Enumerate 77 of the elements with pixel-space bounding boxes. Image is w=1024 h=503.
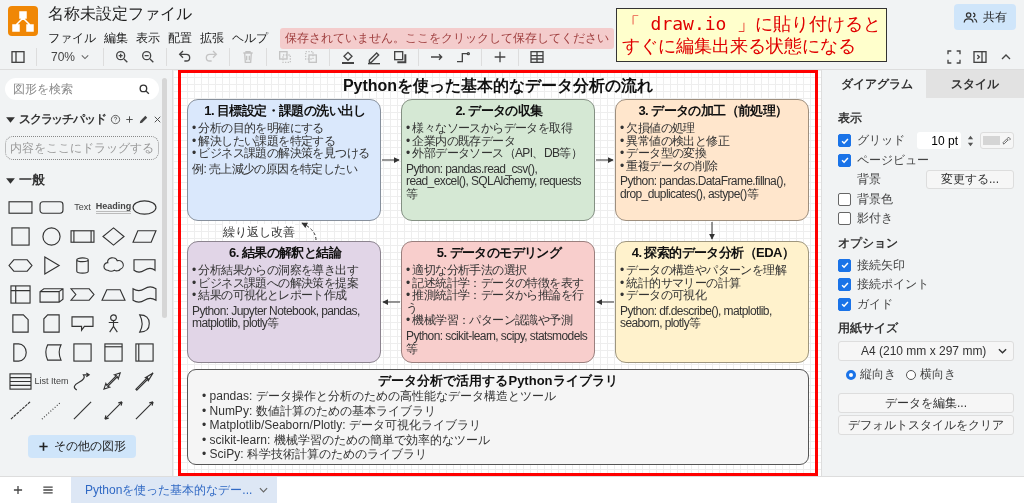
bullet-text: • 推測統計学：データから推論を行う bbox=[406, 289, 585, 315]
more-shapes-button[interactable]: その他の図形 bbox=[28, 435, 136, 458]
step-title: 6. 結果の解釈と結論 bbox=[228, 245, 343, 261]
unsaved-notice[interactable]: 保存されていません。ここをクリックして保存してください bbox=[280, 28, 614, 49]
action-button[interactable]: データを編集... bbox=[838, 393, 1014, 413]
radio-label[interactable]: 縦向き bbox=[860, 366, 896, 383]
section-heading: 用紙サイズ bbox=[838, 320, 898, 337]
step-title: 2. データの収集 bbox=[454, 103, 544, 119]
step-title: 1. 目標設定・課題の洗い出し bbox=[203, 103, 367, 119]
menu-item[interactable]: ヘルプ bbox=[232, 30, 268, 47]
checkbox-label[interactable]: 背景色 bbox=[857, 190, 893, 208]
menu-item[interactable]: 配置 bbox=[168, 30, 192, 47]
checkbox-label[interactable]: 接続ポイント bbox=[857, 276, 929, 294]
page-tab[interactable]: Pythonを使った基本的なデー... bbox=[71, 477, 278, 503]
library-item: • SciPy: 科学技術計算のためのライブラリ bbox=[202, 447, 428, 462]
grid-size-field[interactable]: 10 pt bbox=[917, 132, 961, 150]
step-note: Python: Jupyter Notebook, pandas, matplotlib, plotly等 bbox=[192, 304, 361, 330]
library-item: • pandas: データ操作と分析のための高性能なデータ構造とツール bbox=[202, 389, 557, 404]
step-title: 4. 探索的データ分析（EDA） bbox=[630, 245, 796, 261]
checkbox-label[interactable]: ガイド bbox=[857, 295, 893, 313]
list-item-shape[interactable]: List Item bbox=[34, 376, 69, 386]
scratchpad-title[interactable]: スクラッチパッド bbox=[19, 111, 106, 128]
bullet-text: • ビジネス課題の解決策を見つける bbox=[192, 147, 371, 160]
connector-label: 繰り返し改善 bbox=[223, 224, 295, 241]
share-button[interactable]: 共有 bbox=[954, 4, 1016, 30]
search-field[interactable]: 図形を検索 bbox=[5, 78, 159, 100]
step-note: Python: pandas.read_csv(), read_excel(), SQLAlchemy, requests等 bbox=[406, 162, 582, 201]
library-item: • Matplotlib/Seaborn/Plotly: データ可視化ライブラリ bbox=[202, 418, 482, 433]
library-item: • scikit-learn: 機械学習のための簡単で効率的なツール bbox=[202, 432, 491, 447]
bullet-text: • 重複データの削除 bbox=[620, 159, 719, 173]
menu-item[interactable]: ファイル bbox=[48, 30, 96, 47]
step-note: Python: df.describe(), matplotlib, seaborn, plotly等 bbox=[620, 304, 773, 330]
bullet-text: • データの可視化 bbox=[620, 289, 707, 302]
step-note: Python: pandas.DataFrame.fillna(), drop_duplicates(), astype()等 bbox=[620, 175, 787, 201]
radio-label[interactable]: 横向き bbox=[920, 366, 956, 383]
bullet-text: • 異常値の検出と修正 bbox=[620, 134, 731, 148]
menu-item[interactable]: 表示 bbox=[136, 30, 160, 47]
menu-item[interactable]: 拡張 bbox=[200, 30, 224, 47]
bullet-text: • 分析の目的を明確にする bbox=[192, 122, 325, 135]
file-title[interactable]: 名称未設定ファイル bbox=[48, 4, 192, 25]
bullet-text: • 機械学習：パターン認識や予測 bbox=[406, 314, 574, 327]
step-note: Python: scikit-learn, scipy, statsmodels等 bbox=[406, 329, 589, 356]
diagram-title: Pythonを使った基本的なデータ分析の流れ bbox=[341, 76, 655, 97]
checkbox-label[interactable]: グリッド bbox=[857, 132, 905, 150]
bullet-text: • データ型の変換 bbox=[620, 147, 707, 160]
step-note: 例: 売上減少の原因を特定したい bbox=[192, 162, 359, 176]
bullet-text: • 統計的サマリーの計算 bbox=[620, 276, 742, 290]
bullet-text: • 様々なソースからデータを取得 bbox=[406, 122, 574, 135]
library-title: データ分析で活用するPythonライブラリ bbox=[377, 373, 619, 389]
bullet-text: • データの構造やパターンを理解 bbox=[620, 264, 788, 277]
checkbox-label[interactable]: 影付き bbox=[857, 210, 893, 228]
action-button[interactable]: デフォルトスタイルをクリア bbox=[838, 415, 1014, 435]
bullet-text: • 解決したい課題を特定する bbox=[192, 134, 337, 148]
bullet-text: • 分析結果からの洞察を導き出す bbox=[192, 264, 359, 277]
bullet-text: • 結果の可視化とレポート作成 bbox=[192, 289, 347, 302]
bullet-text: • 記述統計学：データの特徴を表す bbox=[406, 276, 585, 290]
checkbox-label[interactable]: 接続矢印 bbox=[857, 256, 905, 274]
bullet-text: • ビジネス課題への解決策を提案 bbox=[192, 276, 359, 290]
section-heading: 表示 bbox=[838, 110, 862, 127]
shape-group-title[interactable]: 一般 bbox=[19, 171, 45, 189]
step-title: 3. データの加工（前処理） bbox=[637, 103, 789, 119]
annotation-text: 「 draw.io 」に貼り付けると すぐに編集出来る状態になる bbox=[621, 13, 882, 57]
background-label: 背景 bbox=[857, 171, 881, 189]
change-background-button[interactable]: 変更する... bbox=[926, 170, 1014, 190]
step-title: 5. データのモデリング bbox=[435, 245, 563, 261]
bullet-text: • 外部データソース（API、DB等） bbox=[406, 147, 584, 160]
paper-size-dropdown[interactable]: A4 (210 mm x 297 mm) bbox=[838, 341, 1014, 361]
library-item: • NumPy: 数値計算のための基本ライブラリ bbox=[202, 403, 437, 418]
bullet-text: • 企業内の既存データ bbox=[406, 134, 516, 148]
text-shape[interactable]: Text bbox=[74, 202, 91, 212]
section-heading: オプション bbox=[838, 234, 898, 252]
checkbox-label[interactable]: ページビュー bbox=[857, 151, 929, 169]
bullet-text: • 欠損値の処理 bbox=[620, 122, 696, 135]
bullet-text: • 適切な分析手法の選択 bbox=[406, 264, 528, 277]
panel-tab[interactable]: スタイル bbox=[926, 70, 1024, 98]
menu-item[interactable]: 編集 bbox=[104, 30, 128, 47]
zoom-dropdown[interactable]: 70% bbox=[47, 49, 94, 64]
